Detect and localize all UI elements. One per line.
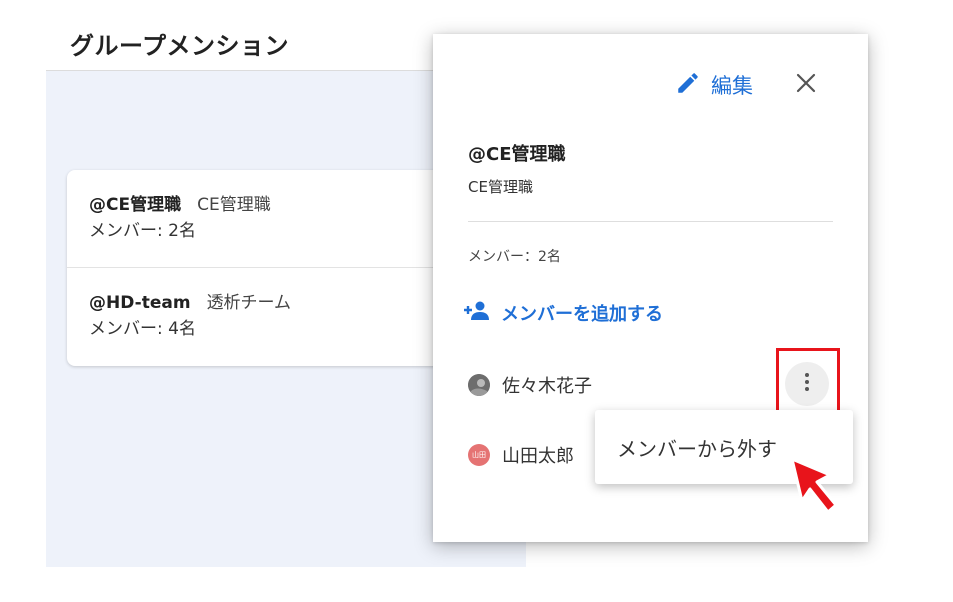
group-list: @CE管理職 CE管理職 メンバー: 2名 @HD-team 透析チーム メンバー:…: [67, 170, 467, 366]
add-person-icon: [463, 300, 491, 326]
panel-group-name: CE管理職: [468, 178, 533, 196]
avatar: 山田: [468, 444, 490, 466]
member-row: 佐々木花子: [468, 372, 592, 398]
member-name: 佐々木花子: [502, 376, 592, 397]
edit-button[interactable]: 編集: [675, 70, 753, 100]
group-card-ce[interactable]: @CE管理職 CE管理職 メンバー: 2名: [67, 170, 467, 267]
more-options-button[interactable]: [785, 362, 829, 406]
group-card-hd[interactable]: @HD-team 透析チーム メンバー: 4名: [67, 267, 467, 364]
edit-label: 編集: [711, 74, 753, 98]
group-name: 透析チーム: [206, 293, 292, 313]
member-count: メンバー：2名: [468, 249, 561, 265]
more-vert-icon: [804, 372, 810, 396]
add-member-button[interactable]: メンバーを追加する: [463, 300, 663, 326]
panel-divider: [468, 221, 833, 222]
group-mention: @CE管理職: [89, 195, 182, 215]
group-member-count: メンバー: 4名: [89, 319, 196, 339]
member-name: 山田太郎: [502, 446, 574, 467]
cursor-arrow-icon: [786, 455, 842, 517]
group-member-count: メンバー: 2名: [89, 221, 196, 241]
page-title: グループメンション: [70, 32, 290, 60]
add-member-label: メンバーを追加する: [501, 304, 663, 325]
avatar: [468, 374, 490, 396]
close-icon: [795, 72, 817, 98]
panel-mention: @CE管理職: [468, 144, 566, 165]
pencil-icon: [675, 70, 701, 100]
group-mention: @HD-team: [89, 293, 191, 313]
group-name: CE管理職: [197, 195, 271, 215]
close-button[interactable]: [791, 70, 821, 100]
member-row: 山田 山田太郎: [468, 442, 574, 468]
